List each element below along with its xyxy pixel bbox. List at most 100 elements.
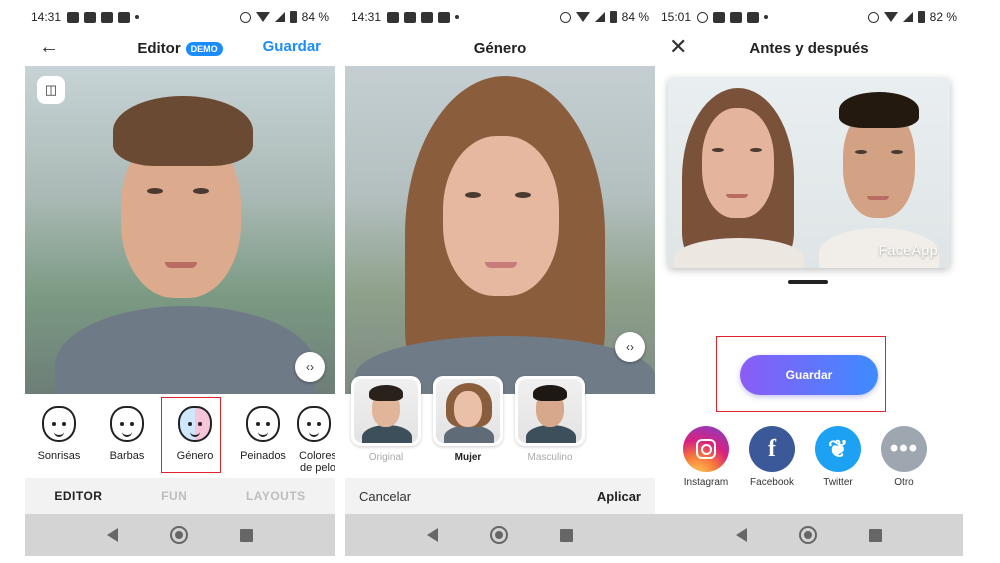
close-icon[interactable]: ✕ [669, 34, 687, 60]
twitter-icon: ❦ [815, 426, 861, 472]
system-navbar [345, 514, 655, 556]
telegram-icon [67, 11, 80, 23]
page-title: Editor DEMO [137, 40, 223, 57]
gender-variants: Original Mujer Masculino [351, 376, 655, 466]
smile-face-icon [42, 406, 76, 442]
cancel-button[interactable]: Cancelar [359, 489, 411, 504]
hairstyle-face-icon [246, 406, 280, 442]
battery-icon [289, 11, 297, 23]
nav-recents-icon[interactable] [869, 528, 882, 542]
whatsapp-icon [697, 11, 709, 23]
filter-hair-colors[interactable]: Colores de pelo [297, 398, 335, 474]
status-bar: 14:31 84 % [345, 0, 655, 34]
editor-header: ← Editor DEMO Guardar [25, 34, 335, 62]
tab-editor[interactable]: EDITOR [54, 489, 102, 503]
edited-photo: ◫ ‹› [25, 66, 335, 394]
twitter-status-icon [421, 11, 434, 23]
more-notifications-icon [135, 15, 140, 19]
demo-badge: DEMO [185, 41, 223, 56]
gallery-icon [713, 11, 726, 23]
signal-icon [902, 12, 913, 22]
twitter-status-icon [747, 11, 760, 23]
variant-original[interactable]: Original [351, 376, 421, 466]
wifi-icon [575, 12, 590, 22]
tab-fun[interactable]: FUN [161, 489, 187, 503]
signal-icon [594, 12, 605, 22]
alarm-icon [867, 11, 879, 23]
page-title: Antes y después [749, 39, 869, 57]
share-other[interactable]: ••• Otro [881, 426, 927, 488]
gender-header: Género [345, 34, 655, 62]
split-compare-icon[interactable]: ◫ [37, 76, 65, 104]
signal-icon [274, 12, 285, 22]
instagram-icon [683, 426, 729, 472]
haircolor-face-icon [297, 406, 331, 442]
nav-back-icon[interactable] [107, 528, 118, 542]
arrow-left-icon[interactable]: ← [39, 36, 59, 59]
editor-tabs: EDITOR FUN LAYOUTS [25, 478, 335, 514]
filter-smiles[interactable]: Sonrisas [25, 398, 93, 474]
variant-female[interactable]: Mujer [433, 376, 503, 466]
system-navbar [25, 514, 335, 556]
gender-actions: Cancelar Aplicar [345, 478, 655, 514]
share-instagram[interactable]: Instagram [683, 426, 729, 488]
swipe-compare-icon[interactable]: ‹› [295, 352, 325, 382]
tab-layouts[interactable]: LAYOUTS [246, 489, 306, 503]
before-after-screen: 15:01 82 % ✕ Antes y después FaceApp Gua… [655, 0, 963, 563]
nav-home-icon[interactable] [799, 526, 817, 544]
nav-home-icon[interactable] [170, 526, 188, 544]
nav-back-icon[interactable] [736, 528, 747, 542]
status-bar: 14:31 84 % [25, 0, 335, 34]
apply-button[interactable]: Aplicar [597, 489, 641, 504]
nav-recents-icon[interactable] [560, 528, 573, 542]
share-options: Instagram f Facebook ❦ Twitter ••• Otro [683, 426, 927, 488]
battery-icon [609, 11, 617, 23]
battery-level: 84 % [301, 10, 329, 24]
more-notifications-icon [455, 15, 460, 19]
before-photo [668, 78, 809, 268]
battery-level: 84 % [621, 10, 649, 24]
sheet-drag-handle[interactable] [788, 280, 828, 284]
nav-home-icon[interactable] [490, 526, 508, 544]
gmail-icon [730, 11, 743, 23]
save-button[interactable]: Guardar [263, 38, 321, 55]
filter-hairstyles[interactable]: Peinados [229, 398, 297, 474]
gender-screen: 14:31 84 % Género ‹› Original Mujer Masc… [345, 0, 655, 563]
nav-back-icon[interactable] [427, 528, 438, 542]
alarm-icon [239, 11, 251, 23]
system-navbar [655, 514, 963, 556]
beard-face-icon [110, 406, 144, 442]
wifi-icon [255, 12, 270, 22]
faceapp-watermark: FaceApp [878, 242, 938, 258]
app-status-icon [438, 11, 451, 23]
gender-face-icon [178, 406, 212, 442]
filter-beards[interactable]: Barbas [93, 398, 161, 474]
gender-preview-photo: ‹› [345, 66, 655, 394]
twitter-status-icon [101, 11, 114, 23]
gmail-icon [404, 11, 417, 23]
status-time: 14:31 [351, 10, 382, 24]
before-after-image: FaceApp [668, 78, 950, 268]
telegram-icon [387, 11, 400, 23]
gmail-icon [84, 11, 97, 23]
battery-level: 82 % [929, 10, 957, 24]
page-title: Género [473, 39, 527, 57]
variant-male[interactable]: Masculino [515, 376, 585, 466]
more-icon: ••• [881, 426, 927, 472]
app-status-icon [118, 11, 131, 23]
editor-screen: 14:31 84 % ← Editor DEMO Guardar ◫ ‹› So… [25, 0, 335, 563]
share-facebook[interactable]: f Facebook [749, 426, 795, 488]
facebook-icon: f [749, 426, 795, 472]
status-time: 15:01 [661, 10, 692, 24]
share-twitter[interactable]: ❦ Twitter [815, 426, 861, 488]
alarm-icon [559, 11, 571, 23]
status-bar: 15:01 82 % [655, 0, 963, 34]
wifi-icon [883, 12, 898, 22]
save-button[interactable]: Guardar [740, 355, 878, 395]
filter-gender[interactable]: Género [161, 398, 229, 474]
battery-icon [917, 11, 925, 23]
filter-row: Sonrisas Barbas Género Peinados Colores … [25, 398, 335, 474]
before-after-header: ✕ Antes y después [655, 34, 963, 62]
swipe-compare-icon[interactable]: ‹› [615, 332, 645, 362]
nav-recents-icon[interactable] [240, 528, 253, 542]
